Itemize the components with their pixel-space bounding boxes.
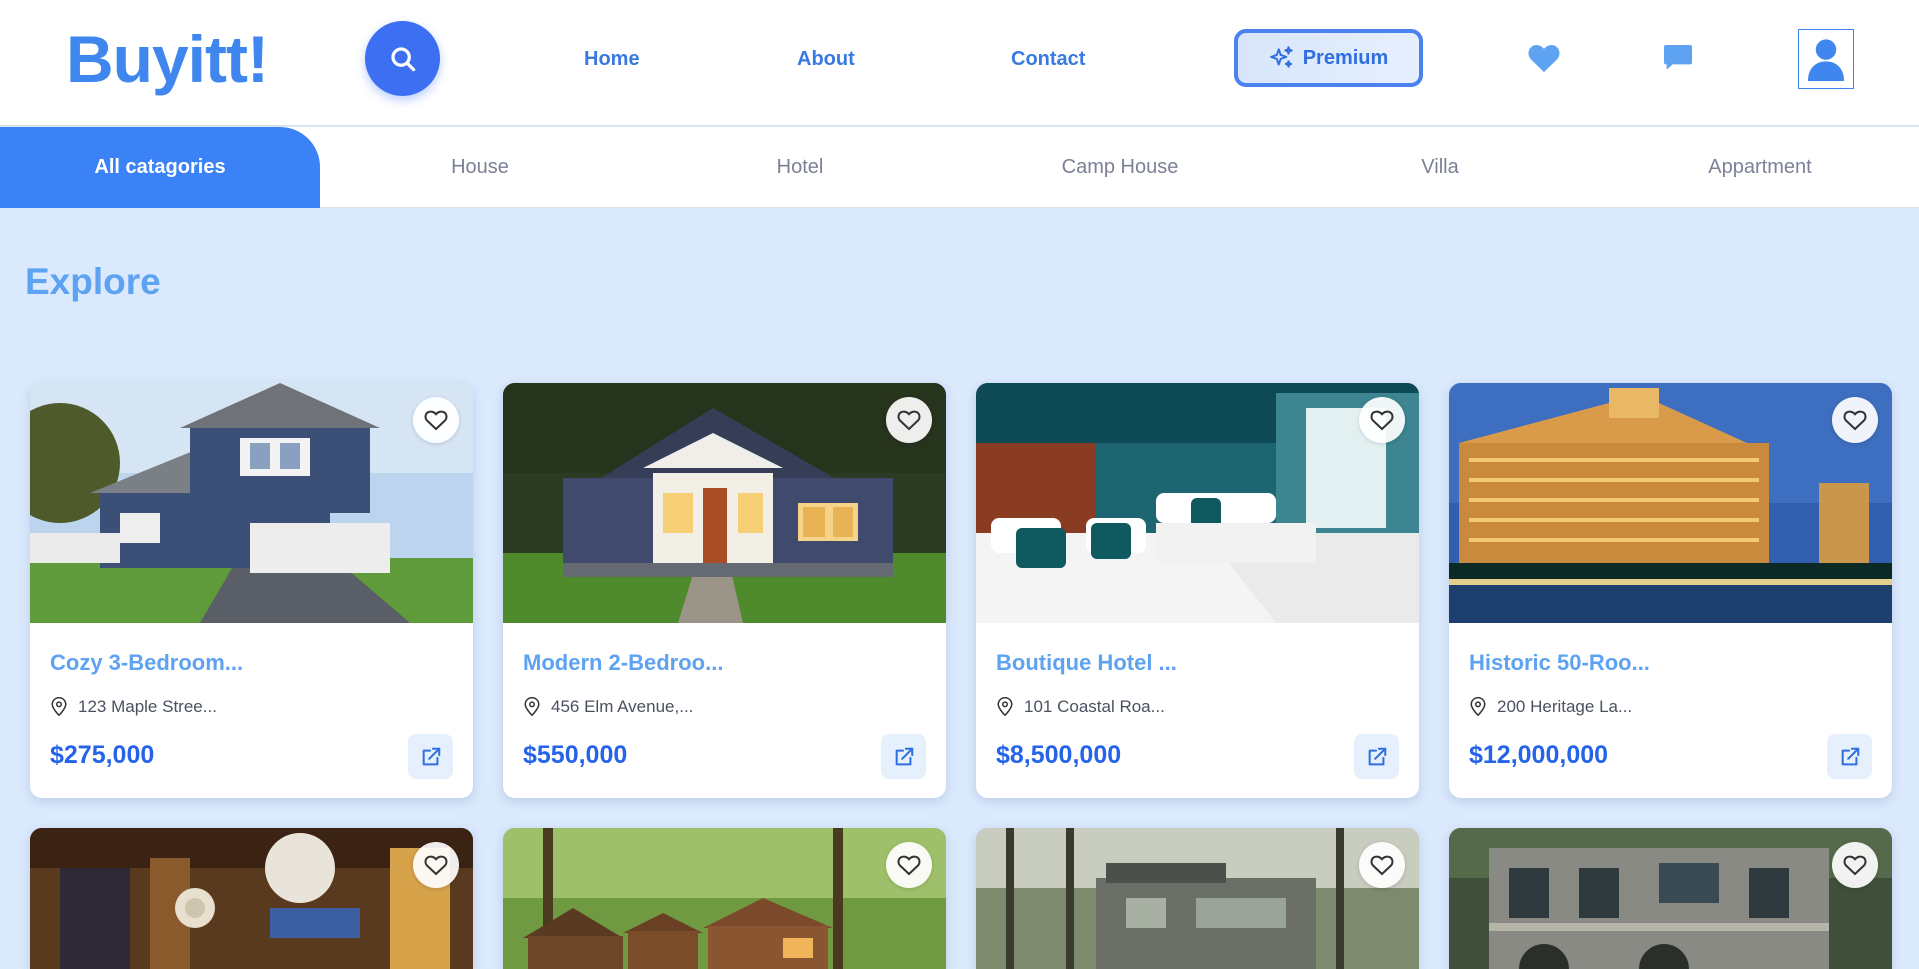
listing-address: 456 Elm Avenue,... xyxy=(551,697,694,716)
listing-price: $550,000 xyxy=(523,741,628,769)
heart-icon xyxy=(1528,45,1560,73)
favorite-button[interactable] xyxy=(1359,842,1405,888)
external-link-icon xyxy=(1368,747,1386,765)
profile-button[interactable] xyxy=(1798,29,1854,89)
top-header: Buyitt! Home About Contact Premium xyxy=(0,0,1919,126)
chat-icon xyxy=(1664,45,1692,70)
favorite-button[interactable] xyxy=(886,842,932,888)
category-tab-house[interactable]: House xyxy=(320,127,640,208)
favorite-button[interactable] xyxy=(886,397,932,443)
user-icon xyxy=(1807,39,1845,81)
listing-image-hotel[interactable] xyxy=(1449,383,1892,623)
listing-image-villa[interactable] xyxy=(976,828,1419,969)
open-listing-button[interactable] xyxy=(1354,734,1399,779)
external-link-icon xyxy=(895,747,913,765)
favorite-button[interactable] xyxy=(413,842,459,888)
map-pin-icon xyxy=(51,697,67,717)
site-logo[interactable]: Buyitt! xyxy=(66,20,269,98)
listing-address: 200 Heritage La... xyxy=(1497,697,1633,716)
favorite-button[interactable] xyxy=(1359,397,1405,443)
listing-image-house[interactable] xyxy=(30,383,473,623)
map-pin-icon xyxy=(524,697,540,717)
listing-title[interactable]: Modern 2-Bedroo... xyxy=(523,649,723,677)
favorite-button[interactable] xyxy=(1832,397,1878,443)
listing-card[interactable]: Historic 50-Roo... 200 Heritage La... $1… xyxy=(1449,383,1892,798)
listing-title[interactable]: Cozy 3-Bedroom... xyxy=(50,649,243,677)
listing-card[interactable] xyxy=(30,828,473,969)
listing-location: 123 Maple Stree... xyxy=(50,697,217,717)
premium-label: Premium xyxy=(1302,46,1389,69)
heart-outline-icon xyxy=(1843,855,1867,876)
open-listing-button[interactable] xyxy=(881,734,926,779)
listing-address: 101 Coastal Roa... xyxy=(1024,697,1165,716)
nav-contact-link[interactable]: Contact xyxy=(1011,47,1085,71)
category-tab-appartment[interactable]: Appartment xyxy=(1600,127,1919,208)
category-tab-camp-house[interactable]: Camp House xyxy=(960,127,1280,208)
heart-outline-icon xyxy=(897,855,921,876)
sparkles-icon xyxy=(1269,46,1293,68)
favorites-button[interactable] xyxy=(1526,40,1562,76)
messages-button[interactable] xyxy=(1660,39,1696,75)
listing-card[interactable]: Cozy 3-Bedroom... 123 Maple Stree... $27… xyxy=(30,383,473,798)
listing-card[interactable]: Modern 2-Bedroo... 456 Elm Avenue,... $5… xyxy=(503,383,946,798)
heart-outline-icon xyxy=(424,855,448,876)
listing-image-hotel-room[interactable] xyxy=(976,383,1419,623)
listing-location: 101 Coastal Roa... xyxy=(996,697,1165,717)
heart-outline-icon xyxy=(1370,410,1394,431)
heart-outline-icon xyxy=(1843,410,1867,431)
listing-image-hotel-lobby[interactable] xyxy=(30,828,473,969)
category-bar: All catagories House Hotel Camp House Vi… xyxy=(0,127,1919,208)
heart-outline-icon xyxy=(424,410,448,431)
category-tab-hotel[interactable]: Hotel xyxy=(640,127,960,208)
external-link-icon xyxy=(1841,747,1859,765)
listing-card[interactable] xyxy=(1449,828,1892,969)
map-pin-icon xyxy=(1470,697,1486,717)
listing-location: 456 Elm Avenue,... xyxy=(523,697,693,717)
listing-price: $275,000 xyxy=(50,741,155,769)
listing-price: $12,000,000 xyxy=(1469,741,1609,769)
nav-home-link[interactable]: Home xyxy=(584,47,640,71)
listing-image-camp-house[interactable] xyxy=(503,828,946,969)
category-tab-villa[interactable]: Villa xyxy=(1280,127,1600,208)
listing-title[interactable]: Historic 50-Roo... xyxy=(1469,649,1650,677)
listing-image-house[interactable] xyxy=(503,383,946,623)
heart-outline-icon xyxy=(1370,855,1394,876)
listing-card[interactable] xyxy=(976,828,1419,969)
open-listing-button[interactable] xyxy=(408,734,453,779)
search-button[interactable] xyxy=(365,21,440,96)
nav-about-link[interactable]: About xyxy=(797,47,855,71)
external-link-icon xyxy=(422,747,440,765)
favorite-button[interactable] xyxy=(1832,842,1878,888)
listing-title[interactable]: Boutique Hotel ... xyxy=(996,649,1177,677)
listing-price: $8,500,000 xyxy=(996,741,1122,769)
premium-button[interactable]: Premium xyxy=(1234,29,1423,87)
category-tab-all[interactable]: All catagories xyxy=(0,127,320,208)
listing-image-mansion[interactable] xyxy=(1449,828,1892,969)
heart-outline-icon xyxy=(897,410,921,431)
listing-address: 123 Maple Stree... xyxy=(78,697,217,716)
listing-location: 200 Heritage La... xyxy=(1469,697,1632,717)
search-icon xyxy=(390,46,415,71)
listing-card[interactable] xyxy=(503,828,946,969)
listing-card[interactable]: Boutique Hotel ... 101 Coastal Roa... $8… xyxy=(976,383,1419,798)
open-listing-button[interactable] xyxy=(1827,734,1872,779)
favorite-button[interactable] xyxy=(413,397,459,443)
map-pin-icon xyxy=(997,697,1013,717)
section-title: Explore xyxy=(25,261,161,302)
